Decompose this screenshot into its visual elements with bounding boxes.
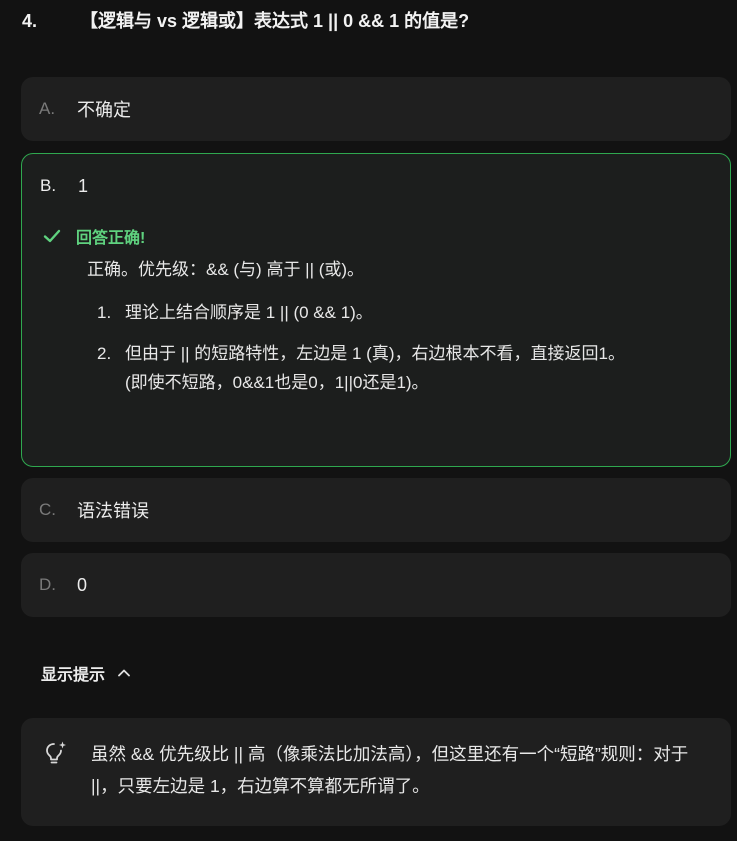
list-text-extra: (即使不短路，0&&1也是0，1||0还是1)。 xyxy=(125,373,429,392)
feedback-title: 回答正确! xyxy=(76,230,146,247)
option-b[interactable]: B. 1 回答正确! 正确。优先级：&& (与) 高于 || (或)。 1. 理… xyxy=(21,153,731,467)
option-letter: B. xyxy=(40,176,57,195)
list-item: 1. 理论上结合顺序是 1 || (0 && 1)。 xyxy=(97,298,710,327)
answer-feedback: 回答正确! 正确。优先级：&& (与) 高于 || (或)。 1. 理论上结合顺… xyxy=(22,222,730,397)
list-text: 理论上结合顺序是 1 || (0 && 1)。 xyxy=(125,303,373,322)
option-text: 1 xyxy=(78,175,89,196)
list-index: 1. xyxy=(97,303,112,322)
hint-text: 虽然 && 优先级比 || 高（像乘法比加法高），但这里还有一个“短路”规则：对… xyxy=(91,744,689,796)
option-letter: D. xyxy=(39,575,56,594)
hint-panel: 虽然 && 优先级比 || 高（像乘法比加法高），但这里还有一个“短路”规则：对… xyxy=(21,718,731,826)
question-title: 4. 【逻辑与 vs 逻辑或】表达式 1 || 0 && 1 的值是? xyxy=(22,8,722,34)
feedback-summary: 正确。优先级：&& (与) 高于 || (或)。 xyxy=(87,260,365,279)
option-d[interactable]: D. 0 xyxy=(21,553,731,617)
list-index: 2. xyxy=(97,344,112,363)
option-c[interactable]: C. 语法错误 xyxy=(21,478,731,542)
option-letter: C. xyxy=(39,500,56,519)
option-text: 不确定 xyxy=(77,100,131,120)
list-text: 但由于 || 的短路特性，左边是 1 (真)，右边根本不看，直接返回1。 xyxy=(125,344,625,363)
question-text: 【逻辑与 vs 逻辑或】表达式 1 || 0 && 1 的值是? xyxy=(80,11,470,31)
list-text-group: 但由于 || 的短路特性，左边是 1 (真)，右边根本不看，直接返回1。 (即使… xyxy=(125,339,685,397)
hint-toggle-label: 显示提示 xyxy=(41,667,106,684)
explanation-list: 1. 理论上结合顺序是 1 || (0 && 1)。 2. 但由于 || 的短路… xyxy=(97,298,710,397)
option-a[interactable]: A. 不确定 xyxy=(21,77,731,141)
show-hint-button[interactable]: 显示提示 xyxy=(41,660,131,686)
option-text: 语法错误 xyxy=(77,501,149,521)
check-icon xyxy=(43,229,61,243)
question-number: 4. xyxy=(22,11,38,31)
option-letter: A. xyxy=(39,99,56,118)
option-text: 0 xyxy=(77,574,88,595)
list-item: 2. 但由于 || 的短路特性，左边是 1 (真)，右边根本不看，直接返回1。 … xyxy=(97,339,710,397)
lightbulb-icon xyxy=(46,741,66,764)
chevron-up-icon xyxy=(118,669,130,677)
